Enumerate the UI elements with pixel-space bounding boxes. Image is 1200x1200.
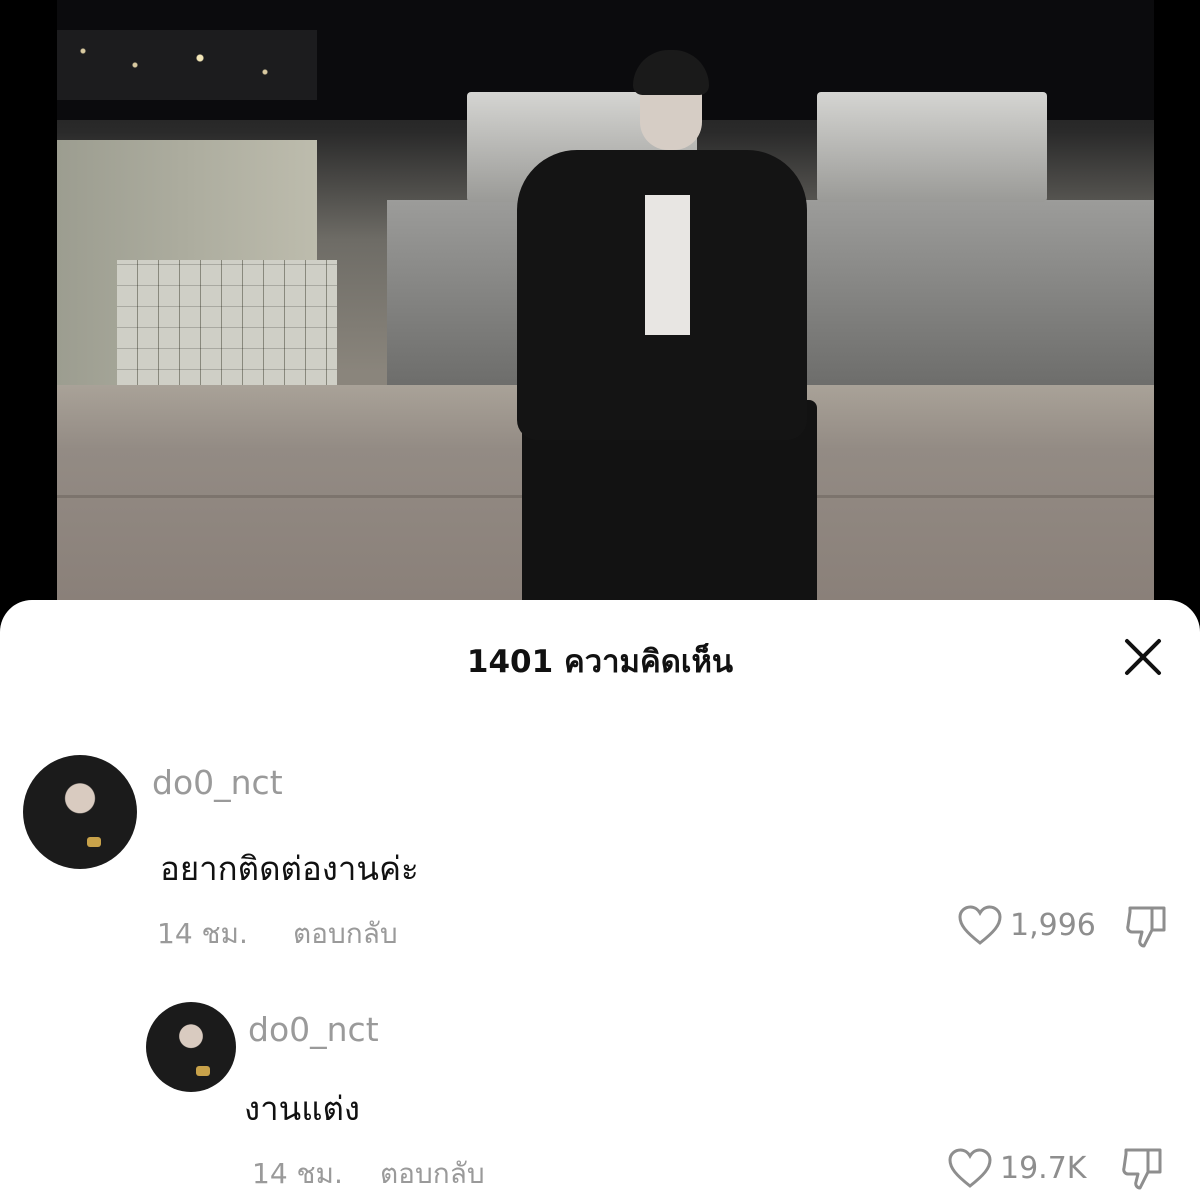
like-button[interactable]: 19.7K: [946, 1146, 1086, 1190]
heart-icon: [948, 1148, 992, 1188]
comment-username[interactable]: do0_nct: [152, 763, 283, 802]
comment-item: do0_nct อยากติดต่องานค่ะ 14 ชม. ตอบกลับ …: [0, 600, 1200, 960]
comment-time: 14 ชม.: [157, 917, 248, 950]
avatar[interactable]: [146, 1002, 236, 1092]
reply-button[interactable]: ตอบกลับ: [293, 912, 398, 956]
comment-text: งานแต่ง: [244, 1089, 361, 1128]
reply-button[interactable]: ตอบกลับ: [380, 1152, 485, 1196]
like-count: 19.7K: [1000, 1150, 1087, 1186]
avatar-brooch: [196, 1066, 210, 1076]
like-button[interactable]: 1,996: [956, 903, 1096, 947]
avatar[interactable]: [23, 755, 137, 869]
post-photo: [57, 0, 1154, 600]
photo-tiles: [117, 260, 337, 390]
heart-icon: [958, 905, 1002, 945]
comment-username[interactable]: do0_nct: [248, 1010, 379, 1049]
comments-sheet: 1401 ความคิดเห็น do0_nct อยากติดต่องานค่…: [0, 600, 1200, 1200]
thumbs-down-icon[interactable]: [1122, 902, 1170, 950]
comment-time: 14 ชม.: [252, 1157, 343, 1190]
like-count: 1,996: [1010, 907, 1096, 943]
thumbs-down-icon[interactable]: [1118, 1144, 1166, 1192]
photo-person-shirt: [645, 195, 690, 335]
comment-item: do0_nct งานแต่ง 14 ชม. ตอบกลับ 19.7K: [0, 960, 1200, 1200]
photo-city-lights: [57, 30, 317, 100]
comment-text: อยากติดต่องานค่ะ: [160, 849, 419, 888]
avatar-brooch: [87, 837, 101, 847]
photo-fan: [817, 92, 1047, 202]
